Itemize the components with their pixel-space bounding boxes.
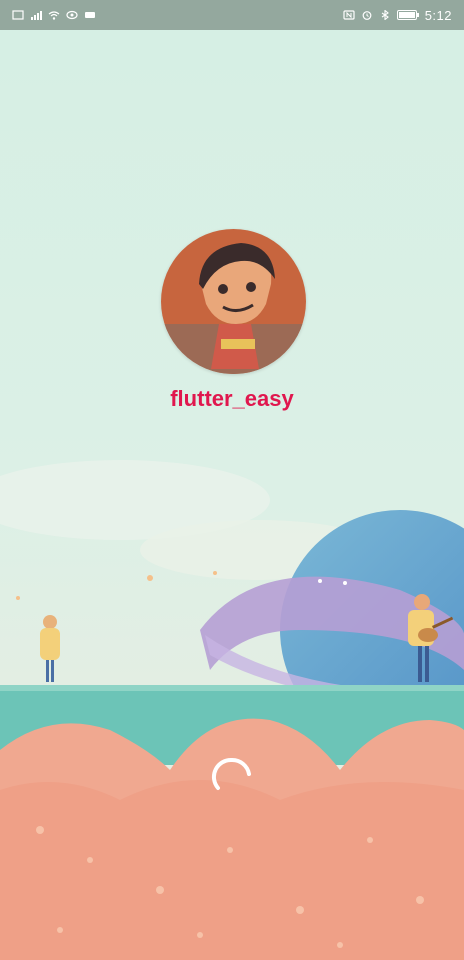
status-time: 5:12: [424, 7, 452, 23]
status-left-icons: [12, 10, 96, 20]
status-right-icons: 5:12: [343, 8, 452, 23]
battery-icon: [396, 10, 419, 20]
signal-icon: [31, 11, 42, 20]
nfc-icon: [343, 10, 355, 20]
bluetooth-icon: [381, 10, 389, 20]
loading-spinner: [211, 757, 251, 790]
avatar-image: [161, 229, 306, 374]
alarm-icon: [362, 11, 372, 20]
status-bar: 5:12: [0, 0, 464, 30]
usb-icon: [85, 12, 95, 18]
background-illustration: [0, 30, 464, 960]
avatar[interactable]: [161, 229, 306, 374]
wifi-icon: [48, 11, 60, 20]
eye-icon: [66, 10, 78, 20]
username-label: flutter_easy: [170, 386, 294, 411]
sim-icon: [12, 10, 24, 20]
